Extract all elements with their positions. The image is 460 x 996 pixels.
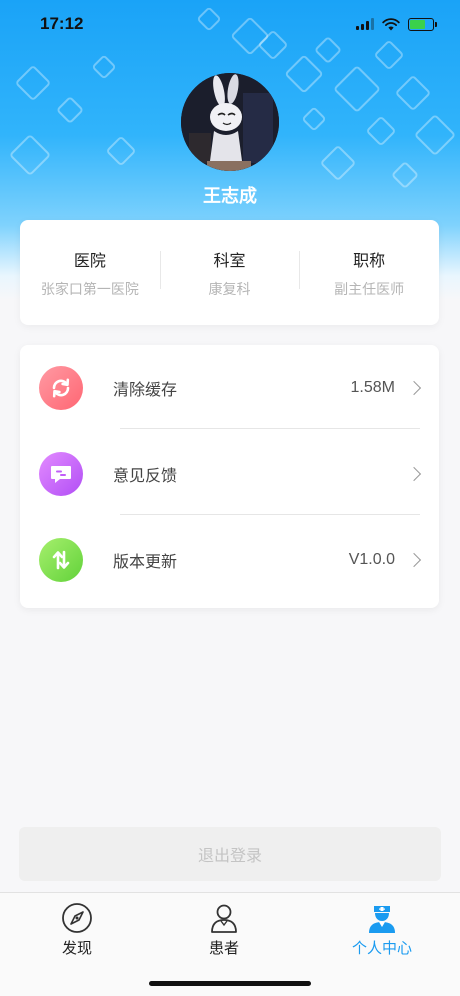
divider <box>120 428 420 429</box>
home-indicator <box>149 981 311 986</box>
patient-icon <box>207 901 241 935</box>
update-arrows-icon <box>39 538 83 582</box>
menu-item-feedback[interactable]: 意见反馈 <box>20 431 439 517</box>
user-name: 王志成 <box>203 186 257 207</box>
chevron-right-icon <box>406 380 422 396</box>
info-title: 科室 <box>213 250 246 270</box>
chevron-right-icon <box>406 466 422 482</box>
cache-size: 1.58M <box>350 379 395 396</box>
tab-personal-center[interactable]: 个人中心 <box>332 901 432 958</box>
chevron-right-icon <box>406 552 422 568</box>
tab-label: 个人中心 <box>351 939 412 957</box>
avatar-rabbit-figure <box>181 73 279 171</box>
menu-label: 清除缓存 <box>113 380 178 399</box>
signal-bars-icon <box>356 18 374 30</box>
info-value: 康复科 <box>208 281 251 298</box>
avatar[interactable] <box>181 73 279 171</box>
info-hospital: 医院 张家口第一医院 <box>20 247 160 299</box>
tab-discover[interactable]: 发现 <box>27 901 127 958</box>
info-title: 医院 <box>73 250 106 270</box>
doctor-icon <box>365 901 399 935</box>
info-value: 副主任医师 <box>334 281 405 298</box>
info-card: 医院 张家口第一医院 科室 康复科 职称 副主任医师 <box>20 220 439 325</box>
wifi-icon <box>382 17 400 30</box>
menu-item-clear-cache[interactable]: 清除缓存 1.58M <box>20 345 439 431</box>
tab-patients[interactable]: 患者 <box>174 901 274 958</box>
tab-label: 发现 <box>61 939 92 957</box>
status-bar: 17:12 <box>0 0 460 48</box>
refresh-icon <box>39 366 83 410</box>
info-title: 职称 <box>353 250 386 270</box>
menu-label: 版本更新 <box>113 552 178 571</box>
menu-label: 意见反馈 <box>113 466 178 485</box>
status-icons <box>356 17 437 31</box>
compass-icon <box>60 901 94 935</box>
info-department: 科室 康复科 <box>159 247 300 299</box>
version-number: V1.0.0 <box>348 551 395 568</box>
divider <box>120 514 420 515</box>
tab-label: 患者 <box>208 939 239 957</box>
menu-item-version-update[interactable]: 版本更新 V1.0.0 <box>20 517 439 603</box>
feedback-chat-icon <box>39 452 83 496</box>
logout-button[interactable]: 退出登录 <box>19 827 441 881</box>
settings-menu: 清除缓存 1.58M 意见反馈 版本更新 V1.0.0 <box>20 345 439 608</box>
status-time: 17:12 <box>40 14 84 33</box>
battery-charging-icon <box>408 17 437 31</box>
info-job-title: 职称 副主任医师 <box>299 247 439 299</box>
info-value: 张家口第一医院 <box>40 281 139 298</box>
